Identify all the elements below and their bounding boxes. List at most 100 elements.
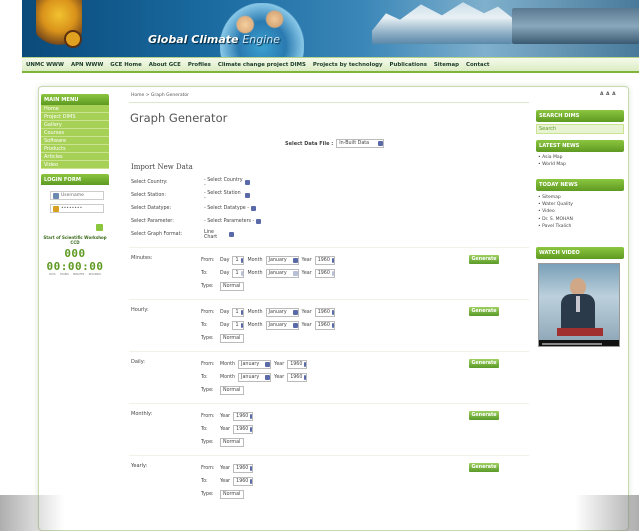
year-select[interactable]: 1960 <box>314 256 335 265</box>
chevron-down-icon <box>292 258 298 263</box>
year-select[interactable]: 1960 <box>287 373 308 382</box>
graph-format-select[interactable]: Line Chart <box>201 230 235 240</box>
year-label: Year <box>220 479 231 484</box>
day-select[interactable]: 1 <box>232 256 245 265</box>
type-select[interactable]: Normal <box>220 490 244 499</box>
type-label: Type: <box>201 388 214 393</box>
year-label: Year <box>220 414 231 419</box>
today-news-title: TODAY NEWS <box>536 179 624 191</box>
page: Global Climate Engine UNMC WWW APN WWW G… <box>0 0 639 531</box>
nav-climate-change-project-dims[interactable]: Climate change project DIMS <box>218 62 306 68</box>
nav-projects-by-technology[interactable]: Projects by technology <box>313 62 383 68</box>
nav-profiles[interactable]: Profiles <box>188 62 211 68</box>
country-select[interactable]: - Select Country - <box>201 178 251 188</box>
section-divider <box>129 455 529 456</box>
year-select[interactable]: 1960 <box>233 464 254 473</box>
parameter-select[interactable]: - Select Parameters - <box>201 217 265 226</box>
today-item-label: Water Quality <box>542 202 573 208</box>
daily-generate-button[interactable]: Generate <box>469 359 499 368</box>
day-select[interactable]: 1 <box>232 321 245 330</box>
year-select[interactable]: 1960 <box>314 269 335 278</box>
menu-item-gallery[interactable]: Gallery <box>41 121 109 129</box>
year-select[interactable]: 1960 <box>314 308 335 317</box>
day-label: Day <box>220 258 230 263</box>
menu-item-video[interactable]: Video <box>41 161 109 169</box>
login-submit-button[interactable] <box>96 224 103 231</box>
nav-about-gce[interactable]: About GCE <box>149 62 181 68</box>
datatype-label: Select Datatype: <box>131 206 172 211</box>
year-value: 1960 <box>317 271 330 276</box>
year-select[interactable]: 1960 <box>233 425 254 434</box>
station-select[interactable]: - Select Station - <box>201 191 251 201</box>
minutes-to-row: To: Day 1 Month January Year 1960 <box>201 269 335 278</box>
search-input[interactable]: Search <box>536 124 624 134</box>
login-form: Username •••••••• <box>41 185 109 220</box>
nav-sitemap[interactable]: Sitemap <box>434 62 459 68</box>
day-select[interactable]: 1 <box>232 269 245 278</box>
menu-item-courses[interactable]: Courses <box>41 129 109 137</box>
today-item-pavel-tkalich[interactable]: • Pavel Tkalich <box>538 223 573 230</box>
menu-item-products[interactable]: Products <box>41 145 109 153</box>
countdown-days-label: DAYS <box>49 273 56 276</box>
menu-item-software[interactable]: Software <box>41 137 109 145</box>
hourly-generate-button[interactable]: Generate <box>469 307 499 316</box>
minutes-generate-button[interactable]: Generate <box>469 255 499 264</box>
year-value: 1960 <box>290 362 303 367</box>
monthly-generate-button[interactable]: Generate <box>469 411 499 420</box>
password-field[interactable]: •••••••• <box>50 204 104 213</box>
type-label: Type: <box>201 440 214 445</box>
key-icon <box>53 205 59 212</box>
year-select[interactable]: 1960 <box>287 360 308 369</box>
daily-to-row: To: Month January Year 1960 <box>201 373 308 382</box>
month-select[interactable]: January <box>265 256 299 265</box>
yearly-from-row: From: Year 1960 <box>201 464 254 473</box>
menu-item-articles[interactable]: Articles <box>41 153 109 161</box>
news-item-asia-map[interactable]: • Asia Map <box>538 154 566 161</box>
nav-contact[interactable]: Contact <box>466 62 489 68</box>
year-value: 1960 <box>317 323 330 328</box>
menu-item-home[interactable]: Home <box>41 105 109 113</box>
month-value: January <box>268 310 287 315</box>
station-row: Select Station: - Select Station - <box>131 191 251 201</box>
chevron-down-icon <box>331 310 334 315</box>
yearly-generate-button[interactable]: Generate <box>469 463 499 472</box>
nav-unmc-www[interactable]: UNMC WWW <box>26 62 64 68</box>
breadcrumb[interactable]: Home > Graph Generator <box>131 93 189 98</box>
menu-item-project-dims[interactable]: Project DIMS <box>41 113 109 121</box>
day-select[interactable]: 1 <box>232 308 245 317</box>
today-item-water-quality[interactable]: • Water Quality <box>538 201 573 208</box>
chevron-down-icon <box>250 479 253 484</box>
datatype-select[interactable]: - Select Datatype - <box>201 204 261 213</box>
month-select[interactable]: January <box>265 321 299 330</box>
month-select[interactable]: January <box>265 269 299 278</box>
today-item-dr-mohan[interactable]: • Dr. S. MOHAN <box>538 216 573 223</box>
font-size-controls[interactable]: A A A <box>600 92 616 97</box>
video-progress-bar[interactable] <box>542 343 602 345</box>
type-select[interactable]: Normal <box>220 334 244 343</box>
type-select[interactable]: Normal <box>220 386 244 395</box>
video-player[interactable] <box>538 263 620 347</box>
month-select[interactable]: January <box>265 308 299 317</box>
month-select[interactable]: January <box>238 373 272 382</box>
type-label: Type: <box>201 492 214 497</box>
nav-apn-www[interactable]: APN WWW <box>71 62 103 68</box>
today-item-video[interactable]: • Video <box>538 208 573 215</box>
type-select[interactable]: Normal <box>220 282 244 291</box>
data-file-select[interactable]: In-Built Data <box>336 139 385 148</box>
nav-publications[interactable]: Publications <box>390 62 427 68</box>
chevron-down-icon <box>240 323 244 328</box>
gce-logo[interactable] <box>36 0 82 50</box>
nav-gce-home[interactable]: GCE Home <box>110 62 141 68</box>
news-item-world-map[interactable]: • World Map <box>538 161 566 168</box>
type-select[interactable]: Normal <box>220 438 244 447</box>
year-select[interactable]: 1960 <box>233 412 254 421</box>
month-select[interactable]: January <box>238 360 272 369</box>
datatype-row: Select Datatype: - Select Datatype - <box>131 204 261 213</box>
username-field[interactable]: Username <box>50 191 104 200</box>
chevron-down-icon <box>250 466 253 471</box>
import-new-data-title: Import New Data <box>131 163 193 171</box>
today-item-sitemap[interactable]: • Sitemap <box>538 194 573 201</box>
year-select[interactable]: 1960 <box>233 477 254 486</box>
year-select[interactable]: 1960 <box>314 321 335 330</box>
day-label: Day <box>220 271 230 276</box>
